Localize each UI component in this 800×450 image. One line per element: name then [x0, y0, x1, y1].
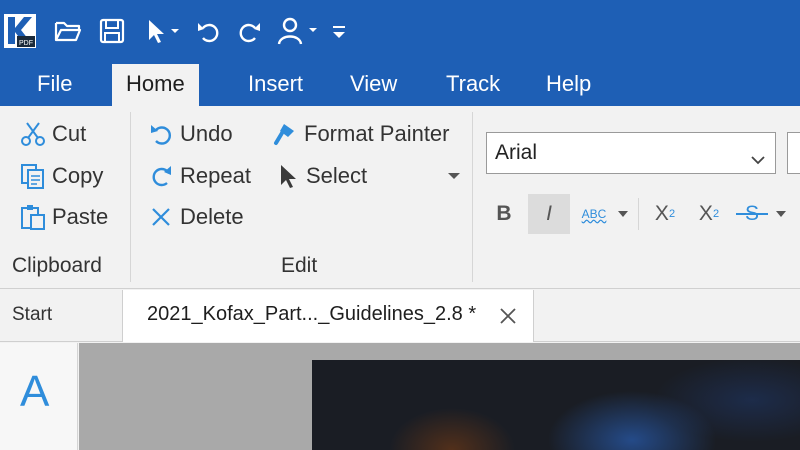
redo-icon[interactable]	[236, 16, 264, 46]
superscript-label: X	[654, 202, 669, 225]
format-painter-label: Format Painter	[304, 121, 450, 146]
format-divider	[638, 198, 639, 230]
title-bar: PDF	[0, 0, 800, 64]
undo-icon	[146, 119, 176, 149]
clipboard-group-label: Clipboard	[12, 254, 102, 277]
subscript-button[interactable]: X2	[692, 194, 726, 234]
copy-button[interactable]: Copy	[18, 159, 103, 193]
customize-icon[interactable]	[330, 16, 348, 46]
undo-button[interactable]: Undo	[146, 117, 233, 151]
document-page[interactable]	[312, 360, 800, 450]
tab-help[interactable]: Help	[546, 64, 591, 106]
spell-check-button[interactable]: ABC	[576, 194, 612, 234]
subscript-label: X	[698, 202, 713, 225]
paintbrush-icon	[270, 119, 300, 149]
italic-button[interactable]: I	[528, 194, 570, 234]
cut-button[interactable]: Cut	[18, 117, 86, 151]
repeat-button[interactable]: Repeat	[146, 159, 251, 193]
delete-button[interactable]: Delete	[146, 200, 244, 234]
scissors-icon	[18, 119, 48, 149]
ribbon-tab-bar: File Home Insert View Track Help	[0, 64, 800, 106]
app-logo-icon[interactable]: PDF	[4, 14, 36, 48]
left-side-panel: A	[0, 343, 78, 450]
superscript-mark-icon: 2	[668, 208, 676, 220]
user-icon[interactable]	[276, 16, 322, 46]
repeat-icon	[146, 161, 176, 191]
tab-home[interactable]: Home	[112, 64, 199, 106]
font-family-select[interactable]: Arial	[486, 132, 776, 174]
save-icon[interactable]	[96, 16, 128, 46]
delete-x-icon	[146, 202, 176, 232]
tab-view[interactable]: View	[350, 64, 397, 106]
copy-icon	[18, 161, 48, 191]
select-button[interactable]: Select	[272, 159, 367, 193]
group-divider	[472, 112, 473, 282]
cursor-select-icon[interactable]	[144, 16, 184, 46]
bold-button[interactable]: B	[490, 194, 518, 234]
superscript-button[interactable]: X2	[648, 194, 682, 234]
svg-text:PDF: PDF	[19, 40, 33, 47]
paste-icon	[18, 202, 48, 232]
strikethrough-dropdown-icon[interactable]	[772, 194, 790, 234]
folder-open-icon[interactable]	[52, 16, 84, 46]
document-tab-title[interactable]: 2021_Kofax_Part..._Guidelines_2.8 *	[147, 303, 476, 326]
document-tab[interactable]: 2021_Kofax_Part..._Guidelines_2.8 *	[122, 290, 534, 342]
undo-icon[interactable]	[194, 16, 222, 46]
font-family-value: Arial	[495, 141, 538, 164]
subscript-mark-icon: 2	[712, 208, 720, 220]
tab-file[interactable]: File	[37, 64, 72, 106]
start-tab[interactable]: Start	[12, 304, 52, 326]
document-tab-strip: Start 2021_Kofax_Part..._Guidelines_2.8 …	[0, 290, 800, 342]
format-painter-button[interactable]: Format Painter	[270, 117, 450, 151]
text-tool-icon[interactable]: A	[20, 367, 49, 417]
delete-label: Delete	[180, 204, 244, 229]
paste-button[interactable]: Paste	[18, 200, 108, 234]
tab-track[interactable]: Track	[446, 64, 500, 106]
select-label: Select	[306, 163, 368, 188]
spell-check-dropdown-icon[interactable]	[614, 194, 632, 234]
chevron-down-icon	[749, 143, 767, 183]
select-dropdown-icon[interactable]	[446, 168, 462, 180]
cursor-icon	[272, 161, 302, 191]
tab-insert[interactable]: Insert	[248, 64, 303, 106]
cut-label: Cut	[52, 121, 87, 146]
strikethrough-line-icon	[736, 213, 768, 215]
copy-label: Copy	[52, 163, 104, 188]
paste-label: Paste	[52, 204, 109, 229]
repeat-label: Repeat	[180, 163, 251, 188]
edit-group-label: Edit	[281, 254, 318, 277]
group-divider	[130, 112, 131, 282]
close-icon[interactable]	[497, 305, 519, 327]
strikethrough-button[interactable]: S	[734, 194, 770, 234]
font-size-select[interactable]	[787, 132, 800, 174]
undo-label: Undo	[180, 121, 233, 146]
